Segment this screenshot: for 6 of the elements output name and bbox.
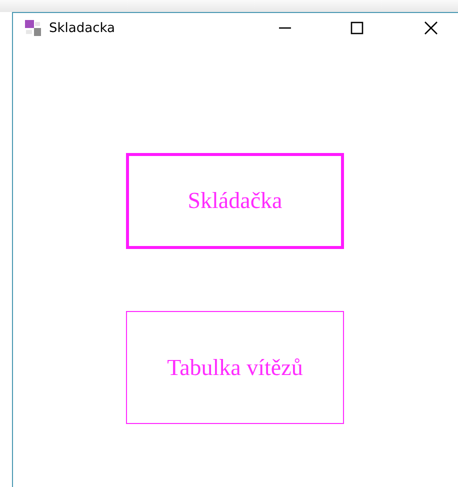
window-title: Skladacka [49,20,115,36]
maximize-icon[interactable] [350,21,364,35]
app-icon [25,20,41,36]
menu-button[interactable]: Tabulka vítězů [126,311,344,424]
close-icon[interactable] [424,21,438,35]
menu-button[interactable]: Skládačka [126,153,344,249]
